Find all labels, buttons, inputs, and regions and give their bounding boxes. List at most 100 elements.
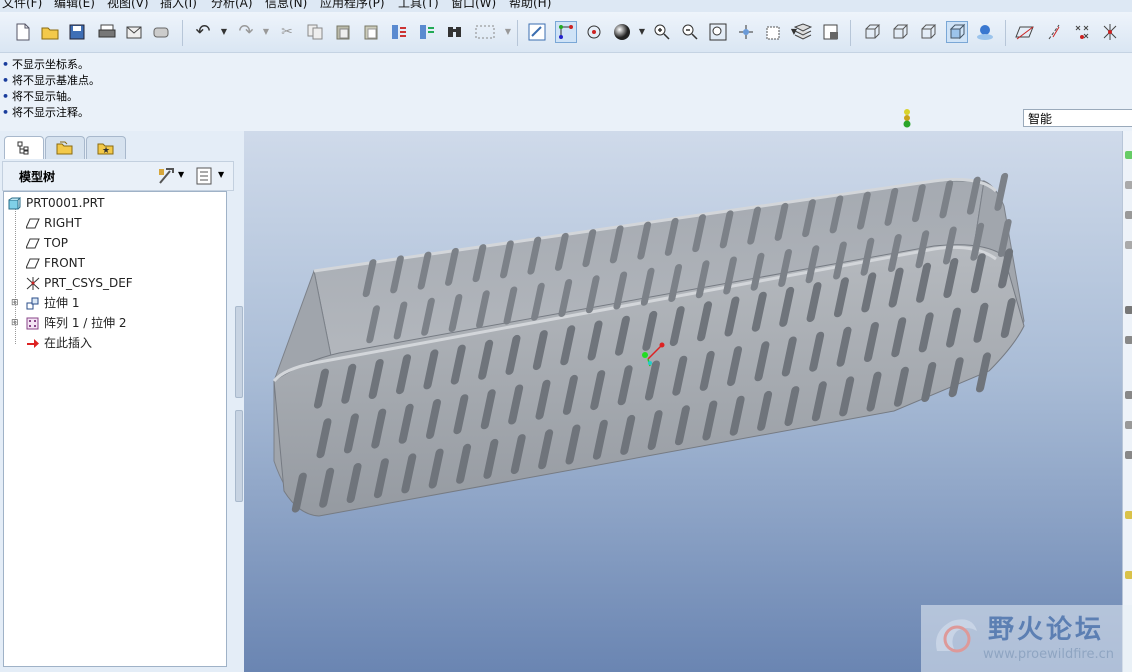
- tool-hole-icon[interactable]: [1125, 391, 1132, 399]
- send-mail-icon[interactable]: [124, 22, 144, 42]
- menu-bar: 文件(F) 编辑(E) 视图(V) 插入(I) 分析(A) 信息(N) 应用程序…: [0, 0, 1132, 12]
- select-dropdown-icon[interactable]: ▼: [498, 22, 518, 42]
- main-toolbar: ↶ ▼ ↷ ▼ ✂ ▼ ▼ ▼: [0, 12, 1132, 53]
- message-line: • 将不显示基准点。: [2, 74, 101, 87]
- undo-dropdown-icon[interactable]: ▼: [214, 22, 234, 42]
- shaded-icon[interactable]: [946, 21, 968, 43]
- saved-views-icon[interactable]: [736, 22, 756, 42]
- datum-axes-icon[interactable]: [1044, 22, 1064, 42]
- menu-edit[interactable]: 编辑(E): [54, 0, 95, 11]
- tool-sketch-icon[interactable]: [1125, 151, 1132, 159]
- new-file-icon[interactable]: [13, 22, 33, 42]
- refit-icon[interactable]: [708, 22, 728, 42]
- menu-info[interactable]: 信息(N): [265, 0, 307, 11]
- menu-analysis[interactable]: 分析(A): [211, 0, 253, 11]
- navigator-panel: ★ 模型树 ▼ ▼ PRT0001.PRT RIGHT TOP FRONT PR…: [0, 131, 244, 672]
- redo-icon[interactable]: ↷: [236, 22, 256, 42]
- menu-applications[interactable]: 应用程序(P): [320, 0, 385, 11]
- repaint-icon[interactable]: [527, 22, 547, 42]
- redo-dropdown-icon[interactable]: ▼: [256, 22, 276, 42]
- traffic-light-icon: [900, 108, 914, 133]
- model-display-icon[interactable]: [821, 22, 841, 42]
- copy-icon[interactable]: [305, 22, 325, 42]
- spin-center-icon[interactable]: [555, 21, 577, 43]
- tool-mirror-icon[interactable]: [1125, 571, 1132, 579]
- tree-item-insert-here[interactable]: 在此插入: [26, 334, 92, 352]
- tool-rib-icon[interactable]: [1125, 451, 1132, 459]
- shading-icon[interactable]: [612, 22, 632, 42]
- tree-settings-icon[interactable]: [157, 167, 175, 188]
- open-folder-icon[interactable]: [40, 22, 60, 42]
- tool-pattern-icon[interactable]: [1125, 511, 1132, 519]
- wireframe-icon[interactable]: [862, 22, 882, 42]
- no-hidden-icon[interactable]: [918, 22, 938, 42]
- message-line: • 将不显示注释。: [2, 106, 90, 119]
- paste-icon[interactable]: [333, 22, 353, 42]
- tree-item-label: TOP: [44, 236, 69, 250]
- orient-icon[interactable]: [584, 22, 604, 42]
- tree-item-csys[interactable]: PRT_CSYS_DEF: [26, 274, 133, 292]
- tool-extrude-icon[interactable]: [1125, 306, 1132, 314]
- tree-item-label: RIGHT: [44, 216, 82, 230]
- enhanced-realism-icon[interactable]: [975, 22, 995, 42]
- undo-icon[interactable]: ↶: [193, 22, 213, 42]
- hidden-line-icon[interactable]: [890, 22, 910, 42]
- zoom-in-icon[interactable]: [652, 22, 672, 42]
- csys-icon[interactable]: [1100, 22, 1120, 42]
- zoom-out-icon[interactable]: [680, 22, 700, 42]
- layers-icon[interactable]: [793, 22, 813, 42]
- view-manager-icon[interactable]: [764, 22, 784, 42]
- tree-show-icon[interactable]: [196, 167, 212, 188]
- menu-insert[interactable]: 插入(I): [160, 0, 197, 11]
- tool-revolve-icon[interactable]: [1125, 336, 1132, 344]
- panel-splitter[interactable]: [235, 306, 243, 666]
- tree-item-pattern-1[interactable]: ⊞ 阵列 1 / 拉伸 2: [11, 314, 127, 332]
- print-icon[interactable]: [97, 22, 117, 42]
- paste-special-icon[interactable]: [361, 22, 381, 42]
- tree-show-dropdown-icon[interactable]: ▼: [218, 170, 224, 179]
- datum-points-icon[interactable]: [1072, 22, 1092, 42]
- cut-icon[interactable]: ✂: [277, 22, 297, 42]
- find-icon[interactable]: [445, 22, 465, 42]
- tree-item-label: PRT_CSYS_DEF: [44, 276, 133, 290]
- menu-tools[interactable]: 工具(T): [398, 0, 439, 11]
- message-area: • 不显示坐标系。 • 将不显示基准点。 • 将不显示轴。 • 将不显示注释。: [0, 53, 1132, 132]
- tree-item-label: 阵列 1 / 拉伸 2: [44, 316, 127, 330]
- save-icon[interactable]: [67, 22, 87, 42]
- tool-axis-icon[interactable]: [1125, 211, 1132, 219]
- menu-window[interactable]: 窗口(W): [451, 0, 496, 11]
- tree-settings-dropdown-icon[interactable]: ▼: [178, 170, 184, 179]
- folder-browser-tab[interactable]: [45, 136, 85, 159]
- favorites-tab[interactable]: ★: [86, 136, 126, 159]
- tree-item-extrude-1[interactable]: ⊞ 拉伸 1: [11, 294, 79, 312]
- expand-icon[interactable]: ⊞: [11, 294, 21, 312]
- tree-item-label: FRONT: [44, 256, 85, 270]
- message-line: • 将不显示轴。: [2, 90, 79, 103]
- regen-manager-icon[interactable]: [417, 22, 437, 42]
- part-icon: [8, 197, 22, 210]
- selection-filter[interactable]: 智能: [1023, 109, 1132, 127]
- regenerate-icon[interactable]: [389, 22, 409, 42]
- tool-datum-icon[interactable]: [1125, 181, 1132, 189]
- datum-planes-icon[interactable]: [1015, 22, 1035, 42]
- model-tree-tab[interactable]: [4, 136, 44, 159]
- menu-help[interactable]: 帮助(H): [509, 0, 551, 11]
- menu-view[interactable]: 视图(V): [107, 0, 149, 11]
- tree-item-top[interactable]: TOP: [25, 234, 69, 252]
- graphics-window[interactable]: [244, 131, 1122, 672]
- expand-icon[interactable]: ⊞: [11, 314, 21, 332]
- tree-item-front[interactable]: FRONT: [25, 254, 85, 272]
- basket-part-model[interactable]: [244, 131, 1122, 672]
- tool-shell-icon[interactable]: [1125, 421, 1132, 429]
- forum-watermark: 野火论坛 www.proewildfire.cn: [921, 605, 1132, 672]
- erase-icon[interactable]: [151, 22, 171, 42]
- tree-root-part[interactable]: PRT0001.PRT: [8, 194, 104, 212]
- watermark-title: 野火论坛: [988, 615, 1105, 645]
- shading-dropdown-icon[interactable]: ▼: [632, 22, 652, 42]
- tree-item-right[interactable]: RIGHT: [25, 214, 82, 232]
- select-box-icon[interactable]: [472, 22, 498, 42]
- menu-file[interactable]: 文件(F): [2, 0, 42, 11]
- datum-plane-icon: [25, 217, 40, 230]
- datum-plane-icon: [25, 257, 40, 270]
- tool-point-icon[interactable]: [1125, 241, 1132, 249]
